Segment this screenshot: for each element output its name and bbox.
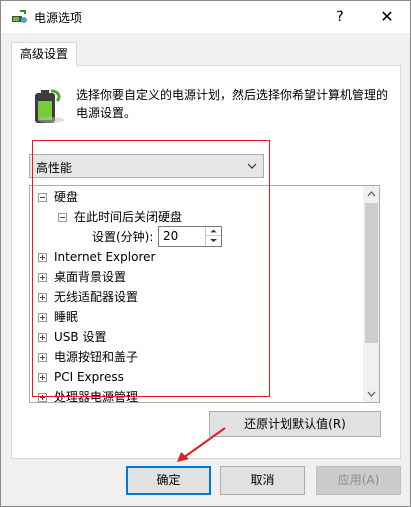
restore-defaults-button[interactable]: 还原计划默认值(R) xyxy=(209,411,381,437)
tree-scrollbar[interactable] xyxy=(363,186,380,402)
power-plan-value: 高性能 xyxy=(36,161,73,175)
tree-item-label: 在此时间后关闭硬盘 xyxy=(74,210,183,224)
minutes-spinner[interactable]: 20 xyxy=(158,226,222,247)
apply-button[interactable]: 应用(A) xyxy=(316,466,401,495)
tree-item-label: PCI Express xyxy=(54,370,124,384)
battery-power-icon xyxy=(35,89,64,123)
spinner-arrows xyxy=(205,227,221,246)
tree-item-label: 桌面背景设置 xyxy=(54,270,127,284)
spin-up-icon[interactable] xyxy=(206,227,221,236)
title-bar: 电源选项 ? ✕ xyxy=(1,1,410,33)
minutes-value: 20 xyxy=(163,229,179,243)
tree-item-label: USB 设置 xyxy=(54,330,107,344)
tree-item-label: 硬盘 xyxy=(54,190,79,204)
tree-item-label: 无线适配器设置 xyxy=(54,290,139,304)
expand-icon[interactable] xyxy=(38,373,47,382)
expand-icon[interactable] xyxy=(38,273,47,282)
tab-advanced-settings[interactable]: 高级设置 xyxy=(11,42,77,66)
chevron-down-icon xyxy=(247,163,257,169)
help-button[interactable]: ? xyxy=(317,1,363,33)
setting-label: 设置(分钟): xyxy=(92,230,154,244)
power-plan-select[interactable]: 高性能 xyxy=(29,154,264,178)
collapse-icon[interactable] xyxy=(38,193,47,202)
tree-item-label: 睡眠 xyxy=(54,310,79,324)
expand-icon[interactable] xyxy=(38,393,47,402)
scroll-down-icon[interactable] xyxy=(363,385,380,402)
tree-item-label: 处理器电源管理 xyxy=(54,390,139,403)
collapse-icon[interactable] xyxy=(58,213,67,222)
tree-item-label: 电源按钮和盖子 xyxy=(54,350,139,364)
scrollbar-thumb[interactable] xyxy=(365,203,378,343)
ok-button[interactable]: 确定 xyxy=(126,466,211,495)
plan-description: 选择你要自定义的电源计划，然后选择你希望计算机管理的电源设置。 xyxy=(76,88,389,120)
expand-icon[interactable] xyxy=(38,353,47,362)
power-settings-tree[interactable]: 硬盘 在此时间后关闭硬盘 设置(分钟): 20 Internet Explore… xyxy=(29,185,380,403)
close-button[interactable]: ✕ xyxy=(364,1,410,33)
expand-icon[interactable] xyxy=(38,313,47,322)
power-options-dialog: 电源选项 ? ✕ 高级设置 选择你要自定义的电源计划，然后选择你希望计算机管理的… xyxy=(0,0,411,507)
spin-down-icon[interactable] xyxy=(206,236,221,245)
power-options-icon xyxy=(12,10,27,23)
scroll-up-icon[interactable] xyxy=(363,186,380,203)
cancel-button[interactable]: 取消 xyxy=(220,466,305,495)
expand-icon[interactable] xyxy=(38,293,47,302)
window-title: 电源选项 xyxy=(34,11,83,25)
expand-icon[interactable] xyxy=(38,253,47,262)
expand-icon[interactable] xyxy=(38,333,47,342)
tree-item-label: Internet Explorer xyxy=(54,250,156,264)
